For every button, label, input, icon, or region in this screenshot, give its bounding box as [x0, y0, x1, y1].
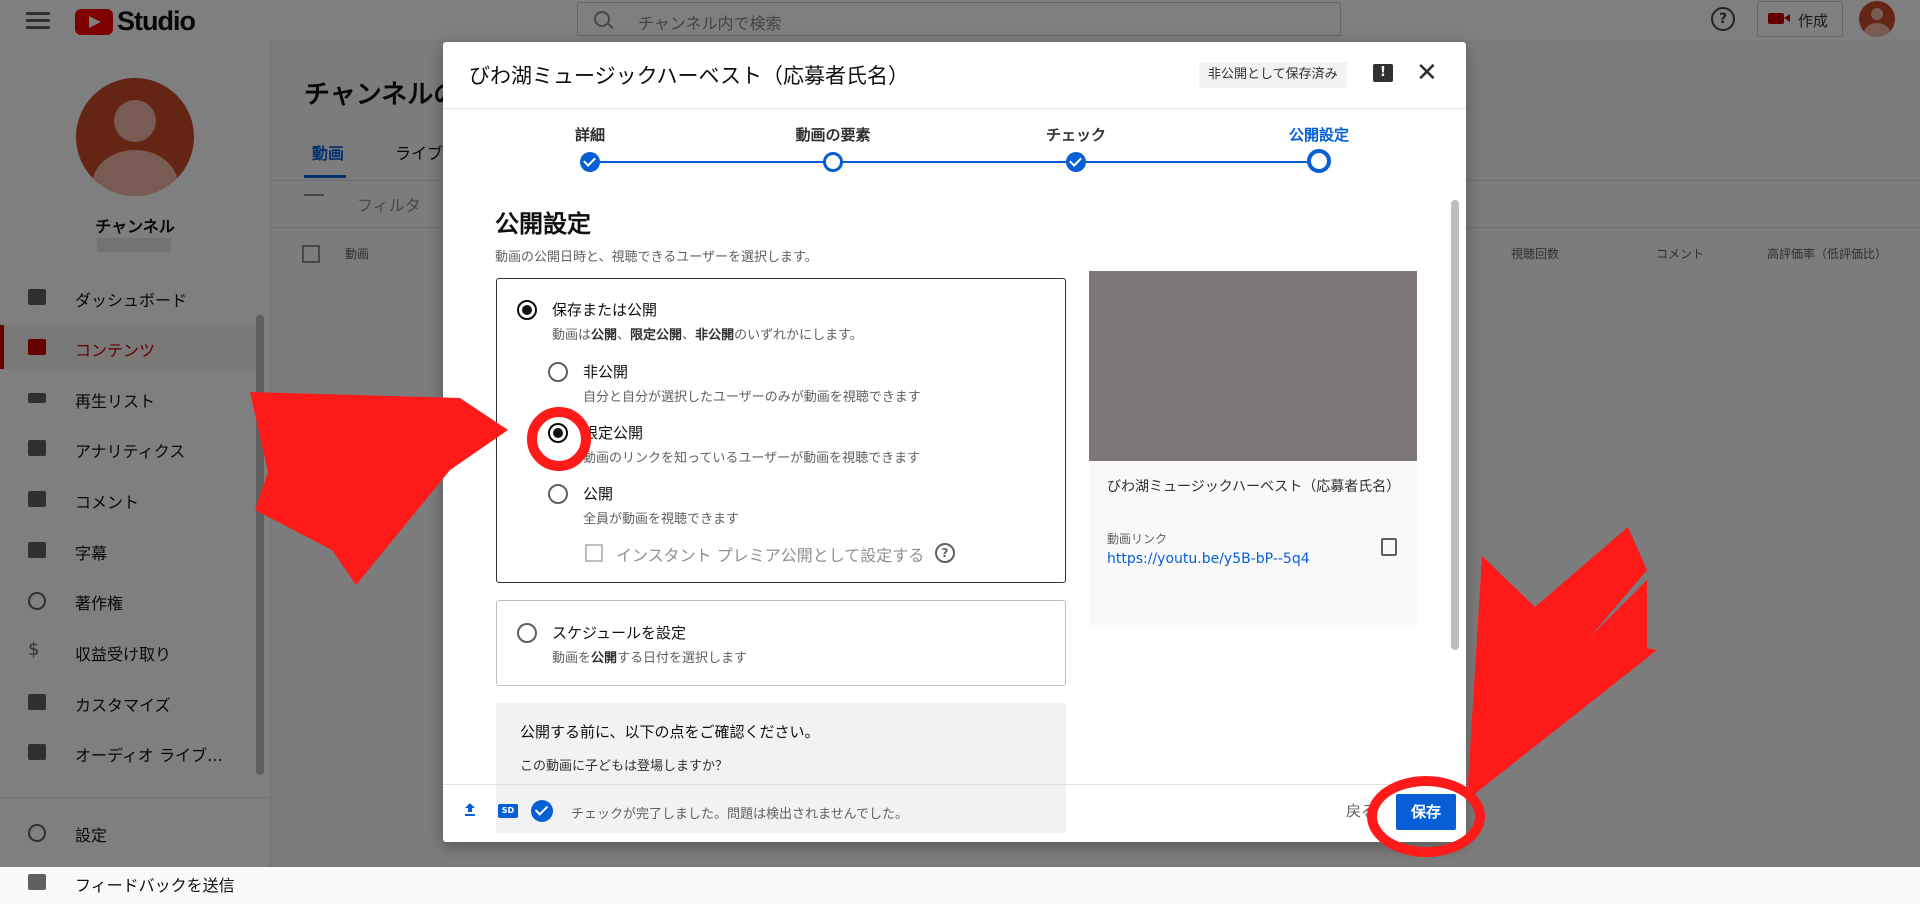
annotation-arrow-right [1467, 527, 1657, 800]
annotation-circle [527, 407, 591, 471]
annotation-arrow-left [250, 392, 508, 585]
annotation-layer [250, 392, 1657, 800]
annotation-circle [1367, 776, 1485, 857]
feedback-icon [28, 874, 46, 890]
